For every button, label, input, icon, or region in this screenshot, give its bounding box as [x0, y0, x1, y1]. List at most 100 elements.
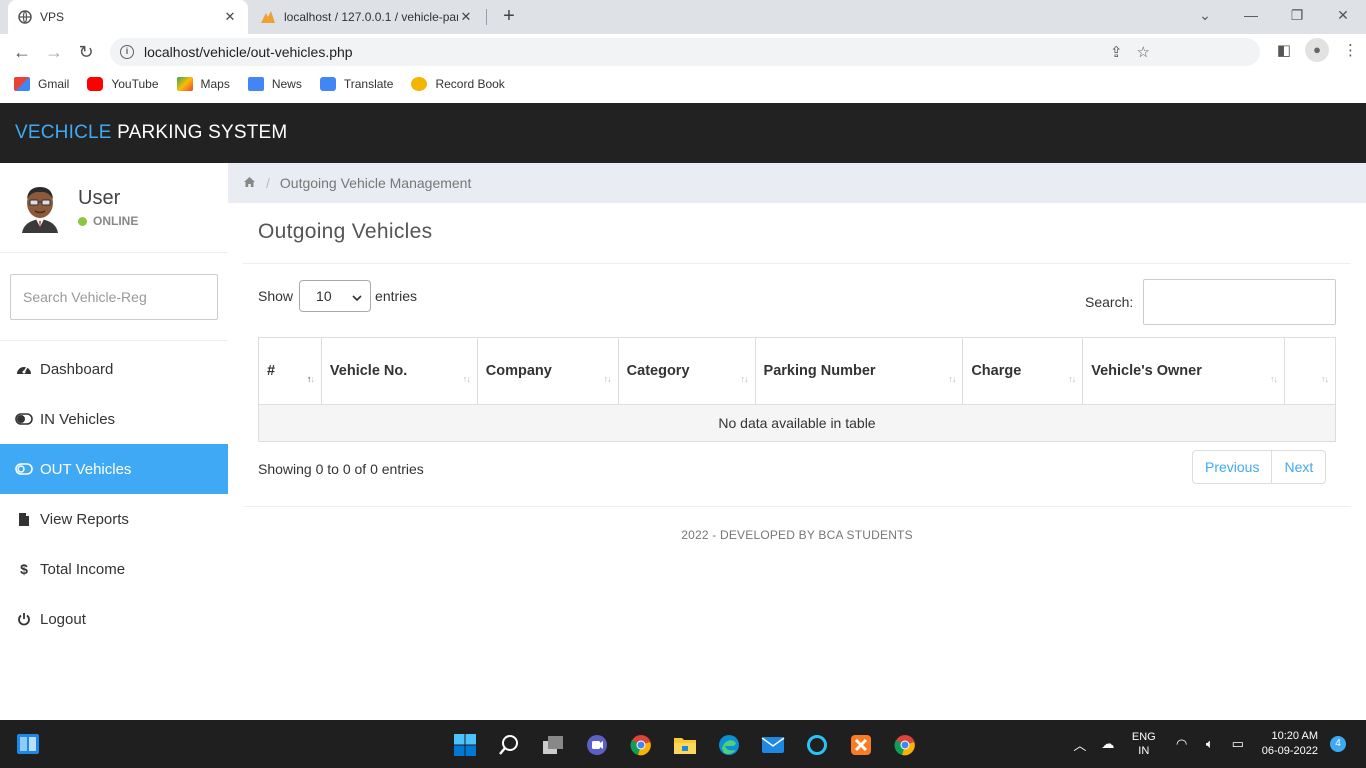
- sort-icon: ↑↓: [1068, 374, 1076, 384]
- close-tab-icon[interactable]: ✕: [458, 9, 474, 25]
- sidebar-item-view-reports[interactable]: View Reports: [0, 494, 228, 544]
- reload-button[interactable]: ↻: [70, 42, 102, 63]
- notification-badge[interactable]: 4: [1330, 736, 1346, 752]
- search-icon[interactable]: [494, 730, 524, 760]
- next-page-button[interactable]: Next: [1271, 451, 1325, 483]
- brand-part-2: PARKING SYSTEM: [117, 122, 288, 143]
- browser-tab-phpmyadmin[interactable]: localhost / 127.0.0.1 / vehicle-par ✕: [252, 0, 482, 34]
- mail-icon[interactable]: [758, 730, 788, 760]
- user-avatar-icon: [22, 186, 58, 233]
- column-header-vehicles-owner[interactable]: Vehicle's Owner ↑↓: [1082, 337, 1286, 405]
- clock[interactable]: 10:20 AM 06-09-2022: [1262, 729, 1318, 759]
- edge-icon[interactable]: [714, 730, 744, 760]
- column-header-company[interactable]: Company ↑↓: [476, 337, 619, 405]
- bookmark-record-book[interactable]: Record Book: [411, 77, 505, 91]
- new-tab-button[interactable]: +: [498, 6, 520, 28]
- chrome-icon[interactable]: [890, 730, 920, 760]
- widgets-icon[interactable]: [16, 732, 40, 756]
- page-title: Outgoing Vehicles: [258, 220, 433, 243]
- teams-chat-icon[interactable]: [582, 730, 612, 760]
- profile-avatar-icon[interactable]: ●: [1305, 38, 1329, 62]
- table-row: No data available in table: [258, 404, 1336, 442]
- clock-time: 10:20 AM: [1271, 730, 1318, 742]
- column-header-charge[interactable]: Charge ↑↓: [962, 337, 1084, 405]
- bookmark-translate[interactable]: Translate: [319, 77, 393, 91]
- bookmark-label: Gmail: [38, 77, 70, 91]
- wifi-icon[interactable]: ◠: [1173, 736, 1191, 752]
- divider: [243, 506, 1351, 507]
- home-icon[interactable]: [243, 175, 256, 191]
- divider: [243, 263, 1351, 264]
- column-header-actions[interactable]: ↑↓: [1284, 337, 1336, 405]
- xampp-icon[interactable]: [846, 730, 876, 760]
- tab-search-icon[interactable]: ⌄: [1182, 0, 1228, 34]
- chevron-up-icon[interactable]: ︿: [1071, 735, 1089, 754]
- table-header-row: # ↑↓ Vehicle No. ↑↓ Company ↑↓ Category ↑↓ P…: [258, 337, 1336, 405]
- column-header-index[interactable]: # ↑↓: [258, 337, 322, 405]
- chevron-down-icon: [352, 288, 362, 304]
- onedrive-icon[interactable]: ☁: [1099, 736, 1117, 752]
- bookmark-gmail[interactable]: Gmail: [14, 77, 69, 91]
- bookmark-star-icon[interactable]: ☆: [1137, 43, 1150, 61]
- forward-button[interactable]: →: [38, 42, 70, 63]
- sidebar-item-label: Total Income: [40, 560, 126, 578]
- minimize-button[interactable]: —: [1228, 0, 1274, 34]
- start-menu-icon[interactable]: [450, 730, 480, 760]
- brand-logo[interactable]: VECHICLE PARKING SYSTEM: [15, 122, 287, 144]
- close-tab-icon[interactable]: ✕: [222, 9, 238, 25]
- bookmark-news[interactable]: News: [247, 77, 302, 91]
- task-view-icon[interactable]: [538, 730, 568, 760]
- file-explorer-icon[interactable]: [670, 730, 700, 760]
- previous-page-button[interactable]: Previous: [1193, 451, 1271, 483]
- breadcrumb-current: Outgoing Vehicle Management: [279, 175, 472, 191]
- language-indicator[interactable]: ENG IN: [1132, 730, 1156, 758]
- url-bar[interactable]: i localhost/vehicle/out-vehicles.php ⇪ ☆: [110, 38, 1260, 66]
- user-status: ONLINE: [78, 214, 138, 228]
- page-footer: 2022 - DEVELOPED BY BCA STUDENTS: [681, 528, 913, 542]
- toggle-off-icon: [15, 463, 33, 475]
- table-search-input[interactable]: [1143, 279, 1336, 325]
- sort-icon: ↑↓: [1321, 374, 1329, 384]
- window-controls: ⌄ — ❐ ✕: [1182, 0, 1366, 34]
- menu-kebab-icon[interactable]: ⋮: [1343, 41, 1358, 59]
- taskbar-apps: [450, 730, 920, 760]
- share-icon[interactable]: ⇪: [1110, 43, 1123, 61]
- sidebar-item-total-income[interactable]: $ Total Income: [0, 544, 228, 594]
- vehicle-search-input[interactable]: Search Vehicle-Reg: [10, 274, 218, 320]
- windows-taskbar: ︿ ☁ ENG IN ◠ 🔈︎ ▭ 10:20 AM 06-09-2022 4: [0, 720, 1366, 768]
- sidebar-item-in-vehicles[interactable]: IN Vehicles: [0, 394, 228, 444]
- status-text: ONLINE: [93, 214, 139, 228]
- close-window-button[interactable]: ✕: [1320, 0, 1366, 34]
- show-label: Show: [258, 288, 294, 304]
- side-panel-icon[interactable]: ◧: [1277, 41, 1291, 59]
- column-header-category[interactable]: Category ↑↓: [617, 337, 756, 405]
- sidebar-item-label: View Reports: [40, 510, 129, 528]
- sidebar-item-dashboard[interactable]: Dashboard: [0, 344, 228, 394]
- volume-icon[interactable]: 🔈︎: [1201, 736, 1219, 752]
- restore-button[interactable]: ❐: [1274, 0, 1320, 34]
- bookmark-label: News: [271, 77, 302, 91]
- battery-icon[interactable]: ▭: [1229, 736, 1247, 752]
- entries-per-page-select[interactable]: 10: [299, 280, 372, 312]
- bookmark-label: Maps: [200, 77, 230, 91]
- chrome-icon[interactable]: [626, 730, 656, 760]
- column-header-vehicle-no[interactable]: Vehicle No. ↑↓: [320, 337, 478, 405]
- main-content: / Outgoing Vehicle Management Outgoing V…: [228, 163, 1366, 720]
- pagination: Previous Next: [1192, 450, 1327, 484]
- user-name: User: [78, 187, 121, 209]
- show-entries-control: Show 10 entries: [258, 280, 417, 312]
- back-button[interactable]: ←: [6, 42, 38, 63]
- cortana-icon[interactable]: [802, 730, 832, 760]
- toggle-on-icon: [15, 413, 33, 425]
- site-info-icon[interactable]: i: [120, 45, 134, 59]
- avatar: [18, 183, 62, 233]
- lang-line-1: ENG: [1131, 731, 1156, 743]
- bookmark-youtube[interactable]: YouTube: [87, 77, 159, 91]
- sidebar-menu: Dashboard IN Vehicles OUT Vehicles View …: [0, 344, 228, 644]
- column-header-parking-number[interactable]: Parking Number ↑↓: [754, 337, 964, 405]
- app-header: VECHICLE PARKING SYSTEM: [0, 103, 1366, 163]
- sidebar-item-out-vehicles[interactable]: OUT Vehicles: [0, 444, 228, 494]
- sidebar-item-logout[interactable]: Logout: [0, 594, 228, 644]
- bookmark-maps[interactable]: Maps: [176, 77, 230, 91]
- browser-tab-vps[interactable]: VPS ✕: [8, 0, 248, 34]
